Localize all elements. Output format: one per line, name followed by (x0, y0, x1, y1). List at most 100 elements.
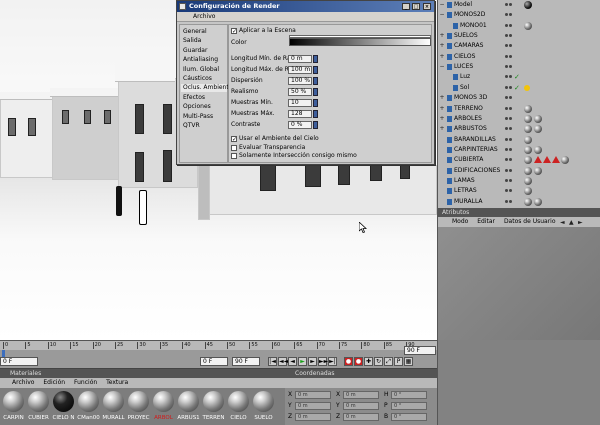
nav-item[interactable]: General (183, 28, 207, 36)
nav-right-icon[interactable]: ► (578, 219, 583, 226)
visibility-dots-icon[interactable] (505, 168, 513, 173)
object-row[interactable]: BARANDILLAS (438, 135, 600, 145)
record-button[interactable]: ● (344, 357, 353, 366)
spinner-arrows-icon[interactable] (313, 66, 318, 74)
material-swatch[interactable]: SUELO (252, 391, 275, 424)
dialog-title-bar[interactable]: Configuración de Render _ □ × (177, 1, 434, 12)
object-name[interactable]: ARBUSTOS (454, 124, 487, 134)
object-row[interactable]: + CAMARAS (438, 41, 600, 51)
visibility-dots-icon[interactable] (505, 75, 513, 79)
object-row[interactable]: − Model (438, 0, 600, 10)
visibility-dots-icon[interactable] (505, 13, 513, 17)
spinner-arrows-icon[interactable] (313, 99, 318, 107)
key-pos-button[interactable]: ✚ (364, 357, 373, 366)
material-tag-icon[interactable] (524, 166, 532, 175)
expand-toggle-icon[interactable]: + (438, 52, 446, 62)
enabled-check-icon[interactable]: ✓ (514, 84, 520, 92)
object-row[interactable]: Luz ✓ (438, 72, 600, 82)
field-input[interactable]: 10 (288, 99, 312, 107)
end-frame-field[interactable]: 90 F (232, 357, 260, 366)
warning-tag-icon[interactable] (552, 156, 560, 164)
material-swatch[interactable]: CIELO N (52, 391, 75, 424)
visibility-dots-icon[interactable] (505, 116, 513, 121)
prev-key-button[interactable]: ◄◄ (278, 357, 288, 366)
coord-position-field[interactable]: 0 m (295, 391, 331, 399)
material-swatch[interactable]: CMan00 (77, 391, 100, 424)
object-row[interactable]: MONO01 (438, 21, 600, 31)
nav-item[interactable]: Ilum. Global (183, 66, 219, 74)
nav-up-icon[interactable]: ▲ (569, 219, 574, 226)
apply-scene-checkbox[interactable]: ✓ (231, 28, 237, 35)
object-name[interactable]: CAMARAS (454, 41, 483, 51)
expand-toggle-icon[interactable]: − (438, 10, 446, 20)
field-input[interactable]: 0 m (288, 55, 312, 63)
object-name[interactable]: CUBIERTA (454, 155, 483, 165)
next-frame-button[interactable]: ► (308, 357, 317, 366)
auto-key-button[interactable]: ● (354, 357, 363, 366)
sun-tag-icon[interactable] (524, 84, 530, 91)
menu-datos-usuario[interactable]: Datos de Usuario (504, 218, 556, 225)
spinner-arrows-icon[interactable] (313, 77, 318, 85)
menu-funcion[interactable]: Función (74, 379, 97, 386)
field-input[interactable]: 0 % (288, 121, 312, 129)
object-row[interactable]: MURALLA (438, 197, 600, 207)
object-name[interactable]: MONOS 3D (454, 93, 487, 103)
menu-archivo[interactable]: Archivo (12, 379, 34, 386)
field-input[interactable]: 128 (288, 110, 312, 118)
material-swatch[interactable]: CIELO (227, 391, 250, 424)
object-row[interactable]: − MONOS2D (438, 10, 600, 20)
object-row[interactable]: CARPINTERIAS (438, 145, 600, 155)
last-frame-button[interactable]: ►| (328, 357, 337, 366)
material-swatch[interactable]: ARBOL (152, 391, 175, 424)
warning-tag-icon[interactable] (534, 156, 542, 164)
object-row[interactable]: Sol ✓ (438, 83, 600, 93)
expand-toggle-icon[interactable]: + (438, 124, 446, 134)
key-rot-button[interactable]: ↻ (374, 357, 383, 366)
field-input[interactable]: 100 % (288, 77, 312, 85)
material-tag-icon[interactable] (534, 145, 542, 154)
object-row[interactable]: + ARBUSTOS (438, 124, 600, 134)
coord-size-field[interactable]: 0 m (343, 402, 379, 410)
material-tag-icon[interactable] (524, 197, 532, 206)
expand-toggle-icon[interactable]: + (438, 93, 446, 103)
visibility-dots-icon[interactable] (505, 3, 513, 7)
nav-item[interactable]: Multi-Pass (183, 113, 213, 121)
material-tag-icon[interactable] (524, 156, 532, 165)
maximize-icon[interactable]: □ (412, 3, 420, 10)
menu-modo[interactable]: Modo (452, 218, 468, 225)
material-swatch[interactable]: CUBIER (27, 391, 50, 424)
material-tag-icon[interactable] (534, 197, 542, 206)
object-row[interactable]: + MONOS 3D (438, 93, 600, 103)
material-tag-icon[interactable] (524, 176, 532, 185)
visibility-dots-icon[interactable] (505, 127, 513, 131)
object-name[interactable]: MURALLA (454, 197, 483, 207)
key-pla-button[interactable]: ▦ (404, 357, 413, 366)
object-row[interactable]: LAMAS (438, 176, 600, 186)
object-name[interactable]: LETRAS (454, 186, 477, 196)
visibility-dots-icon[interactable] (505, 34, 513, 38)
object-name[interactable]: SUELOS (454, 31, 478, 41)
spinner-arrows-icon[interactable] (313, 121, 318, 129)
coord-rotation-field[interactable]: 0 ° (391, 391, 427, 399)
object-name[interactable]: CARPINTERIAS (454, 145, 498, 155)
play-button[interactable]: ► (298, 357, 307, 366)
field-input[interactable]: 100 m (288, 66, 312, 74)
material-tag-icon[interactable] (524, 125, 532, 134)
spinner-arrows-icon[interactable] (313, 55, 318, 63)
material-swatch[interactable]: MURALL (102, 391, 125, 424)
coord-rotation-field[interactable]: 0 ° (391, 413, 427, 421)
nav-item[interactable]: Salida (183, 37, 201, 45)
object-row[interactable]: LETRAS (438, 186, 600, 196)
expand-toggle-icon[interactable]: + (438, 104, 446, 114)
object-name[interactable]: Model (454, 0, 472, 10)
visibility-dots-icon[interactable] (505, 44, 513, 48)
visibility-dots-icon[interactable] (505, 54, 513, 59)
object-row[interactable]: + CIELOS (438, 52, 600, 62)
nav-item[interactable]: Cáusticos (183, 75, 212, 83)
object-name[interactable]: MONO01 (460, 21, 487, 31)
menu-archivo[interactable]: Archivo (193, 13, 215, 20)
object-row[interactable]: CUBIERTA (438, 155, 600, 165)
material-swatch[interactable]: ARBUS1 (177, 391, 200, 424)
material-tag-icon[interactable] (524, 1, 532, 9)
minimize-icon[interactable]: _ (402, 3, 410, 10)
